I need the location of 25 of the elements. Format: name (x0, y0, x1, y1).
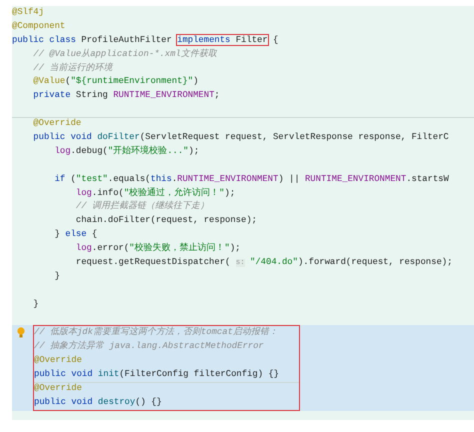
code-line: log.info("校验通过，允许访问！"); (74, 188, 236, 198)
code-line: chain.doFilter(request, response); (74, 215, 257, 226)
code-line: // 抽象方法异常 java.lang.AbstractMethodError (34, 341, 264, 352)
code-line: public void doFilter(ServletRequest request, ServletResponse response, FilterC (32, 132, 449, 142)
code-line: // 低版本jdk需要重写这两个方法，否则tomcat启动报错： (34, 327, 278, 338)
code-line: // 当前运行的环境 (32, 62, 112, 73)
code-line: // @Value从application-*.xml文件获取 (32, 48, 217, 59)
code-line: @Slf4j (12, 7, 44, 17)
code-line: log.debug("开始环境校验..."); (54, 146, 200, 156)
lightbulb-icon[interactable] (17, 327, 25, 338)
code-line: @Override (34, 355, 82, 366)
code-line: @Override (34, 383, 82, 394)
code-line: @Component (12, 20, 66, 31)
code-line: public void init(FilterConfig filterConfig) {} (34, 369, 280, 380)
code-line: } (32, 298, 39, 309)
code-line: } else { (54, 229, 98, 240)
code-line: @Value("${runtimeEnvironment}") (32, 76, 198, 86)
code-line: log.error("校验失败，禁止访问！"); (74, 243, 240, 254)
code-line: if ("test".equals(this.RUNTIME_ENVIRONMENT) || RUNTIME_ENVIRONMENT.startsW (54, 174, 449, 184)
code-line: // 调用拦截器链（继续往下走） (74, 201, 209, 212)
code-line: @Override (32, 118, 82, 128)
code-line: public void destroy() {} (34, 396, 162, 407)
code-line: public class ProfileAuthFilter implements Filter { (12, 34, 278, 45)
code-line: private String RUNTIME_ENVIRONMENT; (32, 90, 220, 100)
code-line: } (54, 270, 60, 281)
